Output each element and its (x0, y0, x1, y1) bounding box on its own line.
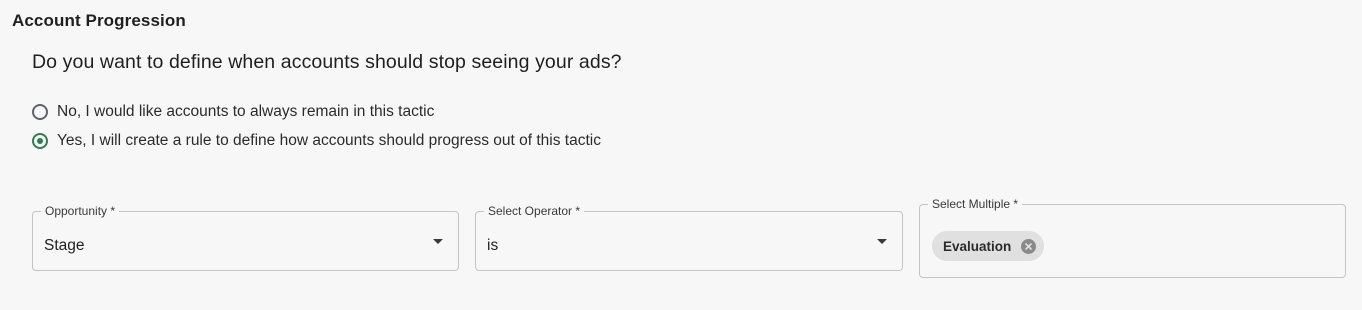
cancel-circle-icon[interactable] (1021, 238, 1037, 254)
operator-select-value: is (487, 237, 499, 254)
radio-label: No, I would like accounts to always rema… (57, 103, 435, 120)
radio-option-create-rule[interactable]: Yes, I will create a rule to define how … (32, 132, 601, 150)
opportunity-select-value: Stage (44, 237, 85, 254)
radio-label: Yes, I will create a rule to define how … (57, 132, 601, 149)
radio-button-checked[interactable] (32, 133, 48, 149)
operator-select-label: Select Operator * (484, 204, 585, 218)
multi-select[interactable]: Select Multiple * Evaluation (919, 197, 1346, 278)
progression-question: Do you want to define when accounts shou… (32, 51, 622, 73)
selected-chip[interactable]: Evaluation (932, 231, 1045, 261)
opportunity-select[interactable]: Opportunity * Stage (32, 204, 459, 271)
chip-label: Evaluation (943, 238, 1012, 254)
section-title: Account Progression (12, 11, 186, 30)
operator-select[interactable]: Select Operator * is (475, 204, 903, 271)
multi-select-label: Select Multiple * (928, 197, 1023, 211)
caret-down-icon[interactable] (877, 239, 887, 244)
opportunity-select-label: Opportunity * (41, 204, 120, 218)
caret-down-icon[interactable] (433, 239, 443, 244)
radio-option-always-remain[interactable]: No, I would like accounts to always rema… (32, 103, 434, 121)
radio-button-unchecked[interactable] (32, 104, 48, 120)
